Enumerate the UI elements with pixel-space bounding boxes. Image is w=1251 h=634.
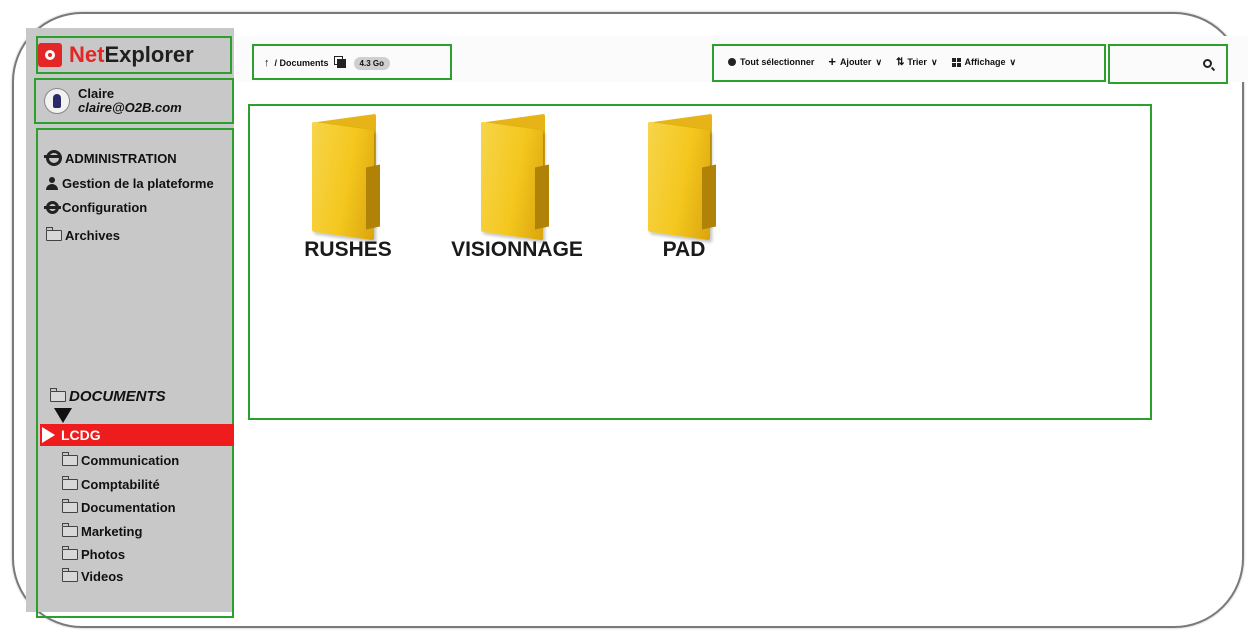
folder-item-pad[interactable]: PAD [614,112,754,262]
sidebar-item-label: Configuration [62,200,148,215]
folder-open-icon [62,452,78,466]
sidebar-subitem-photos[interactable]: Photos [62,546,126,562]
folder-label: VISIONNAGE [451,238,583,261]
sidebar-item-label: Comptabilité [81,477,160,492]
highlight-box-toolbar [712,44,1106,82]
sidebar-item-archives[interactable]: Archives [46,227,120,243]
sidebar-item-label: DOCUMENTS [69,388,166,405]
folder-item-rushes[interactable]: RUSHES [278,112,418,262]
sidebar-item-documents[interactable]: DOCUMENTS [50,388,166,405]
folder-open-icon [62,568,78,582]
sidebar-item-gestion[interactable]: Gestion de la plateforme [46,176,214,191]
sidebar-item-label: Documentation [81,500,176,515]
sidebar-item-administration[interactable]: ADMINISTRATION [44,150,177,166]
folder-icon [644,112,724,241]
folder-item-visionnage[interactable]: VISIONNAGE [447,112,587,262]
sidebar-item-configuration[interactable]: Configuration [44,200,148,215]
gear-icon [44,150,62,166]
sidebar-item-label: LCDG [61,427,101,443]
sidebar-subitem-communication[interactable]: Communication [62,452,180,468]
sidebar-item-label: Gestion de la plateforme [62,176,214,191]
sidebar-item-lcdg[interactable]: LCDG [40,424,234,446]
folder-open-icon [62,546,78,560]
sidebar-subitem-videos[interactable]: Videos [62,568,124,584]
sidebar-subitem-comptabilite[interactable]: Comptabilité [62,476,160,492]
folder-label: PAD [662,238,706,261]
folder-open-icon [62,523,78,537]
folder-icon [308,112,388,241]
highlight-box-user [34,78,234,124]
gear-icon [44,201,61,214]
highlight-box-search [1108,44,1228,84]
folder-open-icon [62,476,78,490]
highlight-box-brand [36,36,232,74]
folder-icon [477,112,557,241]
folder-open-icon [62,499,78,513]
folder-label: RUSHES [304,238,392,261]
play-arrow-icon [42,427,55,443]
sidebar-item-label: Archives [65,228,120,243]
folder-open-icon [50,388,66,402]
sidebar-item-label: ADMINISTRATION [65,150,177,166]
sidebar-item-label: Videos [81,569,124,584]
sidebar-subitem-marketing[interactable]: Marketing [62,523,143,539]
sidebar-item-label: Marketing [81,524,143,539]
folder-open-icon [46,227,62,241]
expand-arrow-icon[interactable] [54,408,72,423]
highlight-box-breadcrumb [252,44,452,80]
sidebar-item-label: Photos [81,547,126,562]
sidebar-subitem-documentation[interactable]: Documentation [62,499,176,515]
sidebar-item-label: Communication [81,453,180,468]
user-icon [46,177,58,190]
